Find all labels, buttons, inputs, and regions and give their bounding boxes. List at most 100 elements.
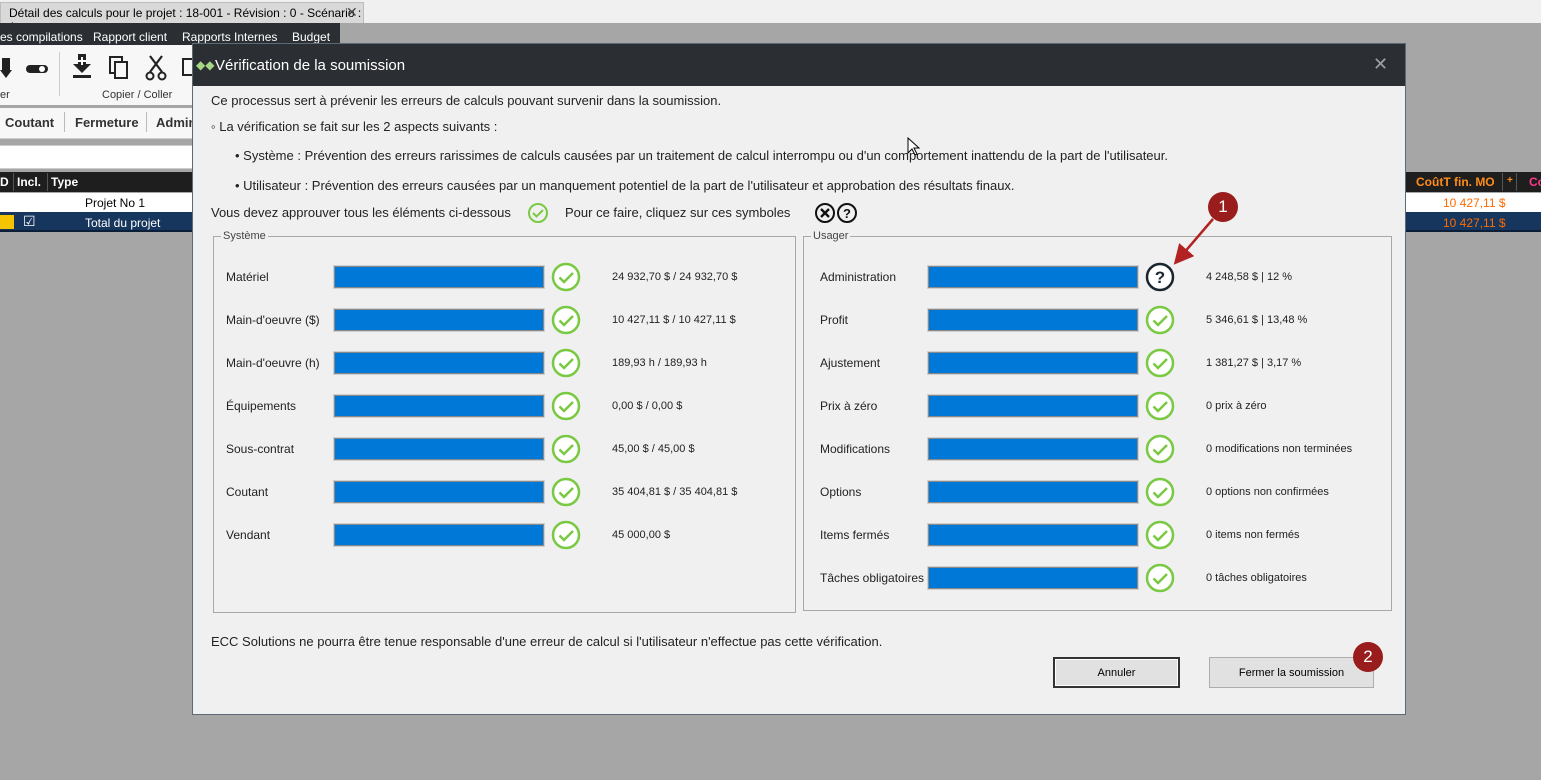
check-circle-icon[interactable] [1145, 520, 1175, 550]
user-group-legend: Usager [813, 230, 849, 242]
row-value: 0 modifications non terminées [1206, 443, 1353, 455]
how-text: Pour ce faire, cliquez sur ces symboles [565, 205, 791, 220]
progress-bar [927, 437, 1139, 461]
row-name: Projet No 1 [85, 196, 146, 210]
toolbar-label-left: er [0, 89, 10, 101]
col-header-d[interactable]: D [0, 175, 9, 189]
row-label: Coutant [226, 485, 269, 499]
dialog-title: Vérification de la soumission [215, 57, 406, 74]
bullet-user: • Utilisateur : Prévention des erreurs c… [235, 178, 1015, 193]
row-label: Modifications [820, 442, 891, 456]
verification-dialog: ◆◆ Vérification de la soumission ✕ Ce pr… [192, 43, 1406, 715]
row-value: 0 prix à zéro [1206, 400, 1267, 412]
menu-compilations[interactable]: es compilations [0, 30, 83, 44]
progress-bar [927, 265, 1139, 289]
tab-admin[interactable]: Admin [156, 115, 196, 130]
check-circle-icon[interactable] [551, 477, 581, 507]
copy-icon[interactable] [108, 55, 130, 81]
nav-divider [64, 112, 65, 132]
row-value: 0 options non confirmées [1206, 486, 1329, 498]
check-circle-icon[interactable] [551, 262, 581, 292]
filter-row[interactable] [0, 145, 200, 169]
menu-budget[interactable]: Budget [292, 30, 330, 44]
check-circle-icon[interactable] [1145, 563, 1175, 593]
progress-bar [927, 394, 1139, 418]
col-header-type[interactable]: Type [51, 175, 78, 189]
check-circle-icon[interactable] [551, 434, 581, 464]
cancel-button[interactable]: Annuler [1053, 657, 1180, 688]
check-circle-icon[interactable] [551, 305, 581, 335]
intro-text: Ce processus sert à prévenir les erreurs… [211, 93, 722, 108]
tab-coutant[interactable]: Coutant [5, 115, 54, 130]
close-submission-button[interactable]: Fermer la soumission [1209, 657, 1374, 688]
row-value: 45 000,00 $ [612, 529, 671, 541]
row-label: Équipements [226, 399, 297, 413]
row-include-checkbox[interactable]: ☑ [23, 213, 36, 230]
callout-badge-2: 2 [1353, 642, 1383, 672]
nav-divider [146, 112, 147, 132]
progress-bar [927, 566, 1139, 590]
row-value: 4 248,58 $ | 12 % [1206, 271, 1293, 283]
progress-bar [333, 480, 545, 504]
col-header-plus[interactable]: + [1507, 175, 1513, 186]
callout-badge-1: 1 [1208, 192, 1238, 222]
check-circle-icon[interactable] [1145, 434, 1175, 464]
row-value: 45,00 $ / 45,00 $ [612, 443, 695, 455]
question-circle-icon[interactable]: ? [1145, 262, 1175, 292]
progress-bar [333, 523, 545, 547]
row-value: 5 346,61 $ | 13,48 % [1206, 314, 1308, 326]
row-value: 0 tâches obligatoires [1206, 572, 1307, 584]
system-group-legend: Système [223, 230, 266, 242]
row-label: Vendant [226, 528, 271, 542]
check-circle-icon [528, 203, 548, 223]
download-icon[interactable] [0, 56, 12, 80]
svg-text:?: ? [1155, 268, 1165, 287]
row-label: Administration [820, 270, 897, 284]
row-label: Profit [820, 313, 849, 327]
close-icon[interactable]: ✕ [1373, 54, 1388, 75]
progress-bar [333, 265, 545, 289]
dialog-title-bar[interactable]: ◆◆ Vérification de la soumission ✕ [193, 44, 1405, 86]
row-value: 0,00 $ / 0,00 $ [612, 400, 683, 412]
check-circle-icon[interactable] [1145, 305, 1175, 335]
row-label: Ajustement [820, 356, 881, 370]
menu-rapport-client[interactable]: Rapport client [93, 30, 167, 44]
document-tab-close-icon[interactable]: ✕ [346, 4, 358, 21]
check-circle-icon[interactable] [551, 520, 581, 550]
row-value: 10 427,11 $ / 10 427,11 $ [612, 314, 736, 326]
check-circle-icon[interactable] [551, 348, 581, 378]
toggle-icon[interactable] [25, 62, 49, 76]
bullet-system: • Système : Prévention des erreurs raris… [235, 148, 1168, 163]
check-circle-icon[interactable] [1145, 348, 1175, 378]
row-value: 24 932,70 $ / 24 932,70 $ [612, 271, 738, 283]
check-circle-icon[interactable] [551, 391, 581, 421]
check-circle-icon[interactable] [1145, 477, 1175, 507]
row-value: 35 404,81 $ / 35 404,81 $ [612, 486, 738, 498]
tab-fermeture[interactable]: Fermeture [75, 115, 139, 130]
progress-bar [333, 437, 545, 461]
row-label: Options [820, 485, 862, 499]
progress-bar [927, 308, 1139, 332]
copy-paste-label: Copier / Coller [102, 89, 173, 101]
col-header-co[interactable]: Co [1529, 175, 1541, 189]
row-amount: 10 427,11 $ [1443, 196, 1506, 210]
col-divider [1516, 173, 1517, 191]
progress-bar [333, 394, 545, 418]
toolbar-divider [59, 52, 60, 96]
question-icon: ? [837, 203, 857, 223]
col-header-incl[interactable]: Incl. [17, 175, 41, 189]
col-header-cout-fin-mo[interactable]: CoûtT fin. MO [1416, 175, 1495, 189]
row-marker [0, 215, 14, 229]
progress-bar [927, 523, 1139, 547]
cut-icon[interactable] [145, 55, 167, 81]
row-label: Tâches obligatoires [820, 571, 925, 585]
document-tab[interactable]: Détail des calculs pour le projet : 18-0… [0, 2, 364, 34]
progress-bar [927, 351, 1139, 375]
insert-down-icon[interactable] [71, 54, 93, 80]
row-value: 1 381,27 $ | 3,17 % [1206, 357, 1302, 369]
check-circle-icon[interactable] [1145, 391, 1175, 421]
disclaimer-text: ECC Solutions ne pourra être tenue respo… [211, 634, 883, 649]
col-divider [47, 173, 48, 191]
menu-rapports-internes[interactable]: Rapports Internes [182, 30, 277, 44]
row-label: Items fermés [820, 528, 890, 542]
